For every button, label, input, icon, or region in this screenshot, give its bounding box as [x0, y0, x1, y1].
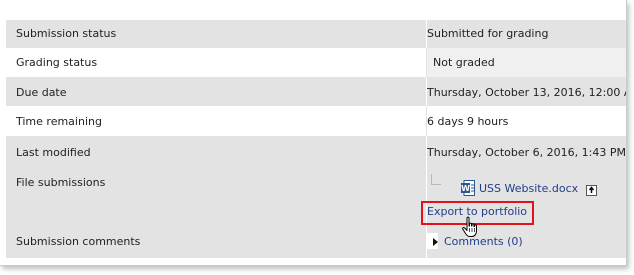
value-grading-status: Not graded — [427, 48, 626, 78]
portfolio-export-icon[interactable] — [586, 184, 598, 196]
value-last-modified: Thursday, October 6, 2016, 1:43 PM — [427, 146, 626, 159]
comments-label[interactable]: Comments (0) — [444, 235, 523, 248]
hand-cursor-icon — [461, 216, 481, 240]
row-grading-status: Grading status Not graded — [6, 48, 626, 78]
tree-connector — [431, 174, 441, 185]
row-last-modified-and-files: Last modified Thursday, October 6, 2016,… — [6, 136, 626, 258]
expand-triangle-icon[interactable] — [433, 237, 438, 246]
value-submission-status: Submitted for grading — [427, 27, 549, 40]
label-due-date: Due date — [16, 86, 67, 99]
row-time-remaining: Time remaining 6 days 9 hours — [6, 106, 626, 136]
label-submission-comments: Submission comments — [16, 235, 141, 248]
row-submission-status: Submission status Submitted for grading — [6, 20, 626, 48]
row-due-date: Due date Thursday, October 13, 2016, 12:… — [6, 77, 626, 106]
svg-text:W: W — [461, 184, 470, 193]
label-file-submissions: File submissions — [16, 176, 106, 189]
submission-status-table: Submission status Submitted for grading … — [0, 0, 627, 266]
label-last-modified: Last modified — [16, 146, 91, 159]
value-time-remaining: 6 days 9 hours — [427, 115, 509, 128]
file-item: W USS Website.docx — [461, 180, 598, 196]
label-submission-status: Submission status — [16, 27, 117, 40]
value-due-date: Thursday, October 13, 2016, 12:00 AM — [427, 86, 627, 99]
file-link[interactable]: USS Website.docx — [479, 182, 578, 195]
label-time-remaining: Time remaining — [16, 115, 102, 128]
label-grading-status: Grading status — [16, 56, 98, 69]
word-doc-icon: W — [461, 180, 475, 196]
